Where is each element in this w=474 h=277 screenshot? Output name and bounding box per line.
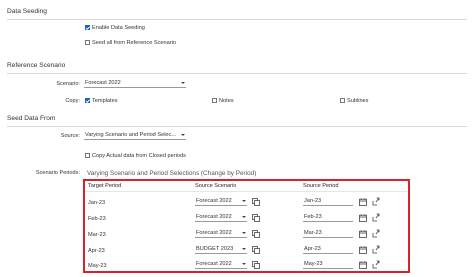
chevron-down-icon: [242, 248, 246, 250]
table-row: Jan-23 Forecast 2022 Jan-23: [85, 194, 408, 210]
source-period-input[interactable]: Mar-23: [303, 229, 353, 238]
scenario-periods-label: Scenario Periods:: [35, 170, 80, 176]
target-period-cell: Feb-23: [88, 216, 106, 222]
header-divider: [85, 191, 408, 192]
seed-all-checkbox[interactable]: [85, 40, 90, 45]
target-period-cell: Mar-23: [88, 232, 106, 238]
scenario-select-value: Forecast 2022: [85, 80, 121, 86]
calendar-icon[interactable]: [359, 214, 367, 222]
source-scenario-value: Forecast 2022: [196, 261, 232, 267]
table-row: May-23 Forecast 2022 May-23: [85, 257, 408, 272]
target-period-cell: Apr-23: [88, 248, 105, 254]
divider: [7, 73, 467, 74]
calendar-icon[interactable]: [359, 230, 367, 238]
source-period-value: Feb-23: [304, 214, 322, 220]
export-icon[interactable]: [372, 245, 380, 254]
chevron-down-icon: [181, 82, 185, 84]
copy-templates-label: Templates: [92, 97, 118, 104]
calendar-icon[interactable]: [359, 246, 367, 254]
source-period-value: Jan-23: [304, 198, 322, 204]
export-icon[interactable]: [372, 197, 380, 206]
divider: [7, 126, 467, 127]
target-period-cell: Jan-23: [88, 200, 106, 206]
source-select-value: Varying Scenario and Period Selec...: [85, 132, 177, 138]
column-header-source-period: Source Period: [303, 183, 339, 189]
source-period-value: May-23: [304, 261, 323, 267]
periods-grid-title: Varying Scenario and Period Selections (…: [87, 170, 257, 177]
enable-data-seeding-label: Enable Data Seeding: [92, 24, 145, 31]
copy-sublines-checkbox[interactable]: [340, 98, 345, 103]
chevron-down-icon: [181, 134, 185, 136]
copy-notes-label: Notes: [219, 97, 234, 104]
source-scenario-select[interactable]: Forecast 2022: [195, 229, 247, 238]
column-header-source-scenario: Source Scenario: [195, 183, 237, 189]
source-select[interactable]: Varying Scenario and Period Selec...: [84, 131, 186, 140]
enable-data-seeding-checkbox[interactable]: [85, 25, 90, 30]
source-scenario-select[interactable]: Forecast 2022: [195, 260, 247, 269]
copy-icon[interactable]: [252, 246, 260, 254]
source-period-value: Mar-23: [304, 230, 322, 236]
copy-icon[interactable]: [252, 230, 260, 238]
section-title-data-seeding: Data Seeding: [7, 8, 47, 15]
source-scenario-value: Forecast 2022: [196, 198, 232, 204]
chevron-down-icon: [242, 232, 246, 234]
calendar-icon[interactable]: [359, 261, 367, 269]
chevron-down-icon: [242, 200, 246, 202]
target-period-cell: May-23: [88, 263, 107, 269]
source-period-value: Apr-23: [304, 246, 321, 252]
copy-templates-checkbox[interactable]: [85, 98, 90, 103]
source-period-input[interactable]: Feb-23: [303, 213, 353, 222]
scenario-label: Scenario:: [56, 81, 80, 87]
column-header-target-period: Target Period: [88, 183, 122, 189]
scenario-select[interactable]: Forecast 2022: [84, 79, 186, 88]
export-icon[interactable]: [372, 213, 380, 222]
section-title-reference-scenario: Reference Scenario: [7, 62, 66, 69]
table-row: Mar-23 Forecast 2022 Mar-23: [85, 226, 408, 242]
source-scenario-select[interactable]: Forecast 2022: [195, 197, 247, 206]
copy-notes-checkbox[interactable]: [212, 98, 217, 103]
table-row: Feb-23 Forecast 2022 Feb-23: [85, 210, 408, 226]
source-scenario-value: Forecast 2022: [196, 214, 232, 220]
copy-label: Copy:: [65, 97, 80, 104]
chevron-down-icon: [242, 263, 246, 265]
divider: [7, 19, 467, 20]
chevron-down-icon: [242, 216, 246, 218]
table-row: Apr-23 BUDGET 2023 Apr-23: [85, 242, 408, 258]
export-icon[interactable]: [372, 229, 380, 238]
calendar-icon[interactable]: [359, 198, 367, 206]
copy-actual-label: Copy Actual data from Closed periods: [92, 152, 186, 159]
source-scenario-select[interactable]: BUDGET 2023: [195, 245, 247, 254]
export-icon[interactable]: [372, 260, 380, 269]
copy-sublines-label: Sublines: [347, 97, 369, 104]
source-period-input[interactable]: Jan-23: [303, 197, 353, 206]
source-scenario-value: BUDGET 2023: [196, 246, 234, 252]
copy-icon[interactable]: [252, 198, 260, 206]
copy-icon[interactable]: [252, 214, 260, 222]
source-period-input[interactable]: May-23: [303, 260, 353, 269]
seed-all-label: Seed all from Reference Scenario: [92, 39, 176, 46]
source-scenario-value: Forecast 2022: [196, 230, 232, 236]
source-period-input[interactable]: Apr-23: [303, 245, 353, 254]
section-title-seed-data-from: Seed Data From: [7, 115, 56, 122]
source-scenario-select[interactable]: Forecast 2022: [195, 213, 247, 222]
source-label: Source:: [60, 133, 80, 139]
copy-actual-checkbox[interactable]: [85, 153, 90, 158]
copy-icon[interactable]: [252, 261, 260, 269]
